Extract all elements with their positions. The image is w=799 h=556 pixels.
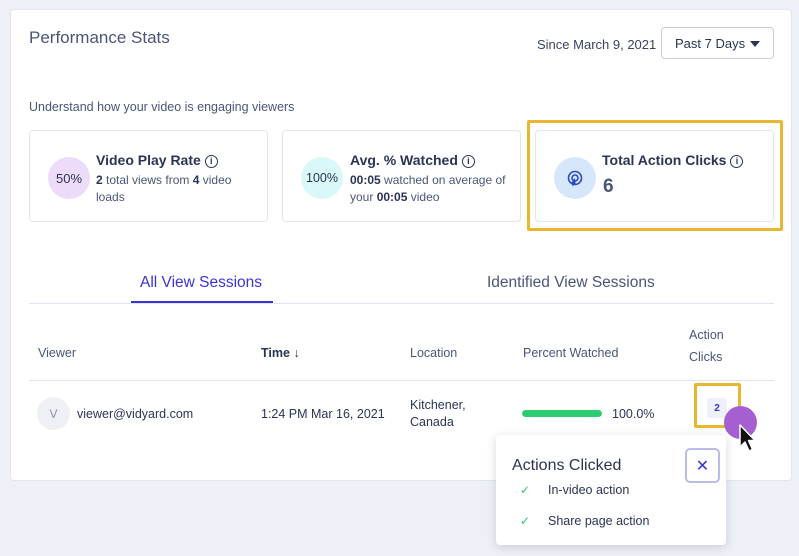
date-range-select[interactable]: Past 7 Days <box>661 27 774 59</box>
list-item: ✓ In-video action <box>520 483 629 497</box>
avg-watched-card: 100% Avg. % Watched i 00:05 watched on av… <box>282 130 521 222</box>
popup-title: Actions Clicked <box>512 457 622 474</box>
column-header-location[interactable]: Location <box>410 346 457 360</box>
action-clicks-header-line2: Clicks <box>689 350 723 364</box>
divider <box>29 303 774 304</box>
arrow-down-icon: ↓ <box>293 346 300 360</box>
action-clicks-header-line1: Action <box>689 328 724 342</box>
card-title: Avg. % Watched i <box>350 152 475 168</box>
avatar: V <box>37 397 70 430</box>
highlight-frame <box>527 120 783 231</box>
since-date: Since March 9, 2021 <box>537 37 657 52</box>
video-play-rate-card: 50% Video Play Rate i 2 total views from … <box>29 130 268 222</box>
location-city: Kitchener, <box>410 398 466 412</box>
percent-watched-fill <box>522 410 602 417</box>
mouse-pointer-icon <box>739 424 756 452</box>
avg-watched-badge: 100% <box>301 157 343 199</box>
play-rate-desc: 2 total views from 4 video loads <box>96 172 261 206</box>
check-icon: ✓ <box>520 483 531 497</box>
session-location: Kitchener, Canada <box>410 397 466 431</box>
avg-watched-desc: 00:05 watched on average of your 00:05 v… <box>350 172 515 206</box>
check-icon: ✓ <box>520 514 531 528</box>
viewer-email[interactable]: viewer@vidyard.com <box>77 406 193 423</box>
percent-watched-value: 100.0% <box>612 407 655 421</box>
video-length: 00:05 <box>376 190 408 204</box>
actions-clicked-popup: Actions Clicked ✕ ✓ In-video action ✓ Sh… <box>496 435 726 545</box>
list-item: ✓ Share page action <box>520 514 649 528</box>
column-header-viewer[interactable]: Viewer <box>38 346 76 360</box>
session-time: 1:24 PM Mar 16, 2021 <box>261 407 385 421</box>
card-title: Video Play Rate i <box>96 152 218 168</box>
close-button[interactable]: ✕ <box>685 448 720 483</box>
stats-subtitle: Understand how your video is engaging vi… <box>29 100 295 114</box>
views-count: 2 <box>96 173 103 187</box>
play-rate-title: Video Play Rate <box>96 152 201 168</box>
tab-identified-view-sessions[interactable]: Identified View Sessions <box>487 274 655 292</box>
page-title: Performance Stats <box>29 28 170 47</box>
action-label: In-video action <box>548 483 630 497</box>
info-icon[interactable]: i <box>461 155 475 168</box>
action-label: Share page action <box>548 514 650 528</box>
chevron-down-icon <box>750 41 760 47</box>
desc-text: total views from <box>102 173 193 187</box>
divider <box>29 380 774 381</box>
column-header-action-clicks[interactable]: Action Clicks <box>689 324 724 368</box>
avg-time: 00:05 <box>350 173 381 187</box>
desc-text: video <box>407 190 440 204</box>
info-icon[interactable]: i <box>204 155 218 168</box>
avg-watched-title: Avg. % Watched <box>350 152 458 168</box>
column-header-percent-watched[interactable]: Percent Watched <box>523 346 618 360</box>
tab-all-view-sessions[interactable]: All View Sessions <box>140 274 262 292</box>
location-country: Canada <box>410 415 454 429</box>
percent-watched-bar <box>522 410 602 417</box>
play-rate-badge: 50% <box>48 157 90 199</box>
time-header-label: Time <box>261 346 290 360</box>
column-header-time[interactable]: Time ↓ <box>261 346 300 360</box>
date-range-label: Past 7 Days <box>675 35 746 51</box>
close-icon: ✕ <box>695 457 710 475</box>
